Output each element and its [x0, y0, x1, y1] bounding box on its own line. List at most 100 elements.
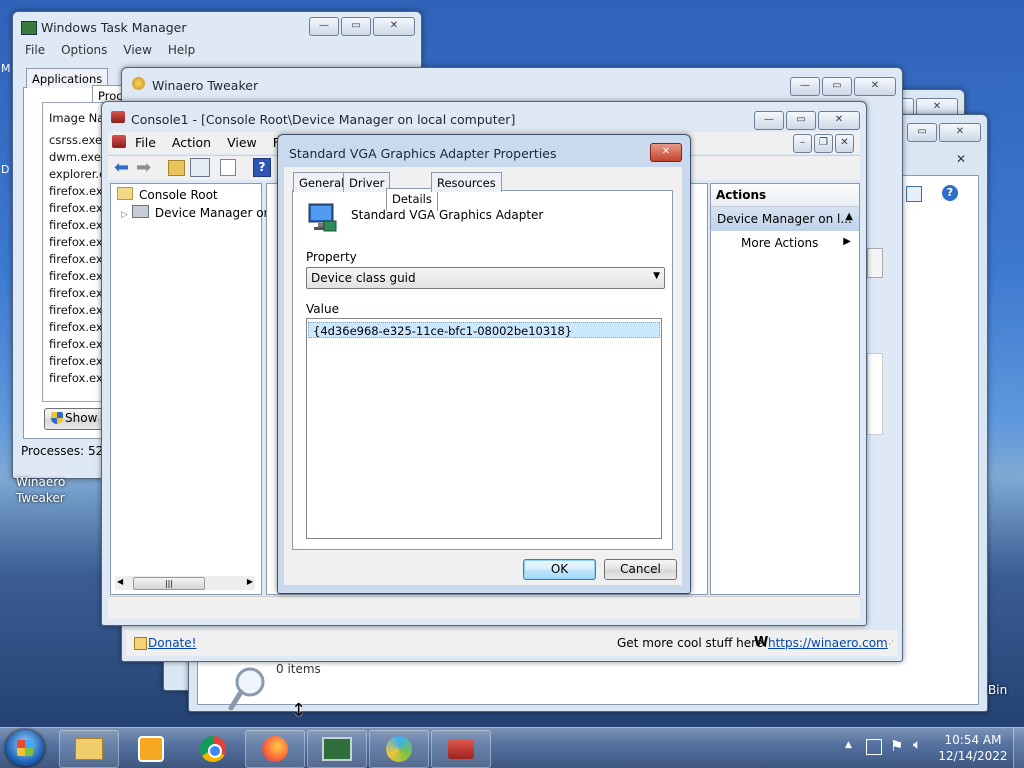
- submenu-arrow-icon: ▶: [843, 236, 851, 247]
- resize-cursor-icon: ↕: [291, 700, 307, 721]
- winaero-footer: Donate! Get more cool stuff here: W http…: [126, 630, 898, 656]
- search-magnifier-icon: [228, 666, 268, 715]
- actions-device-manager-item[interactable]: Device Manager on l... ▲: [711, 207, 859, 231]
- console-tree-pane[interactable]: Console Root ▷ Device Manager on ◀ ||| ▶: [110, 183, 271, 595]
- tab-driver[interactable]: Driver: [343, 172, 391, 192]
- help-toolbar-icon[interactable]: ?: [253, 158, 271, 177]
- dialog-body: General Driver Details Resources Standar…: [284, 167, 682, 585]
- console-menu-file[interactable]: File: [135, 135, 156, 150]
- up-folder-icon[interactable]: [168, 160, 185, 176]
- winaero-close-button[interactable]: ✕: [854, 77, 896, 96]
- taskbar-task-manager-icon[interactable]: [307, 730, 367, 768]
- tm-menu-options[interactable]: Options: [61, 43, 107, 57]
- tray-show-hidden-icon[interactable]: ▲: [845, 740, 852, 750]
- console-minimize-button[interactable]: —: [754, 111, 784, 130]
- tray-action-center-flag-icon[interactable]: ⚑: [890, 737, 903, 755]
- winaero-right-panel: [867, 248, 883, 278]
- back-arrow-icon[interactable]: ⬅: [114, 157, 129, 178]
- dialog-close-button[interactable]: ✕: [650, 143, 682, 162]
- more-stuff-text: Get more cool stuff here:: [617, 636, 768, 650]
- taskbar-winaero-icon[interactable]: [369, 730, 429, 768]
- help-icon[interactable]: ?: [942, 185, 958, 201]
- collapse-triangle-icon[interactable]: ▲: [845, 211, 853, 222]
- property-label: Property: [306, 250, 357, 264]
- taskbar-media-player-icon[interactable]: [121, 730, 181, 768]
- console-child-minimize-button[interactable]: –: [793, 134, 812, 153]
- taskbar-chrome-icon[interactable]: [183, 730, 243, 768]
- explorer-restore-button[interactable]: ▭: [907, 123, 937, 142]
- tree-root-item[interactable]: Console Root: [117, 187, 218, 202]
- console-titlebar[interactable]: Console1 - [Console Root\Device Manager …: [102, 102, 866, 132]
- scroll-right-arrow-icon[interactable]: ▶: [247, 577, 253, 586]
- task-manager-title: Windows Task Manager: [41, 20, 187, 35]
- console-menu-view[interactable]: View: [227, 135, 257, 150]
- show-desktop-button[interactable]: [1013, 728, 1024, 768]
- dropdown-arrow-icon[interactable]: ▼: [653, 271, 660, 281]
- taskbar: ▲ ⚑ 🔈︎ 10:54 AM 12/14/2022: [0, 727, 1024, 768]
- resize-grip-icon[interactable]: ⋰: [885, 640, 894, 650]
- tab-resources[interactable]: Resources: [431, 172, 502, 192]
- tm-menu-view[interactable]: View: [123, 43, 151, 57]
- properties-icon[interactable]: [220, 159, 236, 176]
- details-pane-icon[interactable]: [906, 186, 922, 202]
- explorer-close-tab-icon[interactable]: ✕: [956, 152, 966, 166]
- console-app-icon: [111, 111, 125, 123]
- winaero-title: Winaero Tweaker: [152, 78, 259, 93]
- tm-menu-help[interactable]: Help: [168, 43, 195, 57]
- start-button[interactable]: [6, 730, 44, 766]
- explorer-close-button[interactable]: ✕: [939, 123, 981, 142]
- show-hide-tree-icon[interactable]: [190, 158, 210, 177]
- dialog-titlebar[interactable]: Standard VGA Graphics Adapter Properties…: [278, 135, 690, 165]
- task-manager-maximize-button[interactable]: ▭: [341, 17, 371, 36]
- value-list-item[interactable]: {4d36e968-e325-11ce-bfc1-08002be10318}: [308, 322, 660, 338]
- console-menu-icon[interactable]: [112, 135, 126, 148]
- property-dropdown[interactable]: Device class guid ▼: [306, 267, 665, 289]
- ok-button[interactable]: OK: [523, 559, 596, 580]
- tm-process-row[interactable]: dwm.exe: [49, 150, 101, 164]
- tray-time: 10:54 AM: [944, 733, 1002, 747]
- tab-general[interactable]: General: [293, 172, 351, 192]
- tree-horizontal-scrollbar[interactable]: ◀ ||| ▶: [115, 576, 255, 590]
- tree-expand-icon[interactable]: ▷: [121, 210, 128, 220]
- property-dropdown-value: Device class guid: [311, 271, 416, 285]
- tree-root-label: Console Root: [139, 188, 218, 202]
- winaero-titlebar[interactable]: Winaero Tweaker — ▭ ✕: [122, 68, 902, 98]
- dialog-title: Standard VGA Graphics Adapter Properties: [289, 146, 557, 161]
- tray-network-icon[interactable]: [866, 739, 882, 755]
- desktop-edge-letter-m: M: [1, 62, 11, 75]
- tm-menu-file[interactable]: File: [25, 43, 45, 57]
- taskbar-mmc-icon[interactable]: [431, 730, 491, 768]
- value-list-item-text: {4d36e968-e325-11ce-bfc1-08002be10318}: [313, 324, 573, 338]
- tray-date: 12/14/2022: [938, 749, 1008, 763]
- task-manager-minimize-button[interactable]: —: [309, 17, 339, 36]
- console-child-restore-button[interactable]: ❐: [814, 134, 833, 153]
- console-maximize-button[interactable]: ▭: [786, 111, 816, 130]
- task-manager-titlebar[interactable]: Windows Task Manager — ▭ ✕: [13, 12, 421, 42]
- console-child-close-button[interactable]: ✕: [835, 134, 854, 153]
- taskbar-explorer-icon[interactable]: [59, 730, 119, 768]
- tree-device-manager-item[interactable]: ▷ Device Manager on: [121, 205, 271, 220]
- computer-icon: [131, 205, 149, 218]
- desktop-icon-winaero-label[interactable]: Winaero Tweaker: [16, 474, 65, 506]
- uac-shield-icon: [51, 412, 63, 424]
- value-listbox[interactable]: {4d36e968-e325-11ce-bfc1-08002be10318}: [306, 318, 662, 539]
- actions-header-label: Actions: [716, 188, 767, 202]
- donate-link[interactable]: Donate!: [148, 636, 196, 650]
- taskbar-firefox-icon[interactable]: [245, 730, 305, 768]
- task-manager-close-button[interactable]: ✕: [373, 17, 415, 36]
- tm-process-row[interactable]: csrss.exe: [49, 133, 102, 147]
- winaero-minimize-button[interactable]: —: [790, 77, 820, 96]
- scroll-left-arrow-icon[interactable]: ◀: [117, 577, 123, 586]
- console-close-button[interactable]: ✕: [818, 111, 860, 130]
- winaero-maximize-button[interactable]: ▭: [822, 77, 852, 96]
- cancel-button[interactable]: Cancel: [604, 559, 677, 580]
- tree-scroll-thumb[interactable]: |||: [133, 577, 205, 590]
- desktop-recycle-bin-label[interactable]: Bin: [988, 683, 1007, 697]
- forward-arrow-icon[interactable]: ➡: [136, 157, 151, 178]
- console-menu-action[interactable]: Action: [172, 135, 211, 150]
- tray-volume-icon[interactable]: 🔈︎: [913, 737, 921, 753]
- properties-dialog[interactable]: Standard VGA Graphics Adapter Properties…: [277, 134, 691, 594]
- more-actions-item[interactable]: More Actions ▶: [711, 233, 859, 255]
- winaero-url-link[interactable]: https://winaero.com: [768, 636, 888, 650]
- tray-clock[interactable]: 10:54 AM 12/14/2022: [938, 732, 1008, 764]
